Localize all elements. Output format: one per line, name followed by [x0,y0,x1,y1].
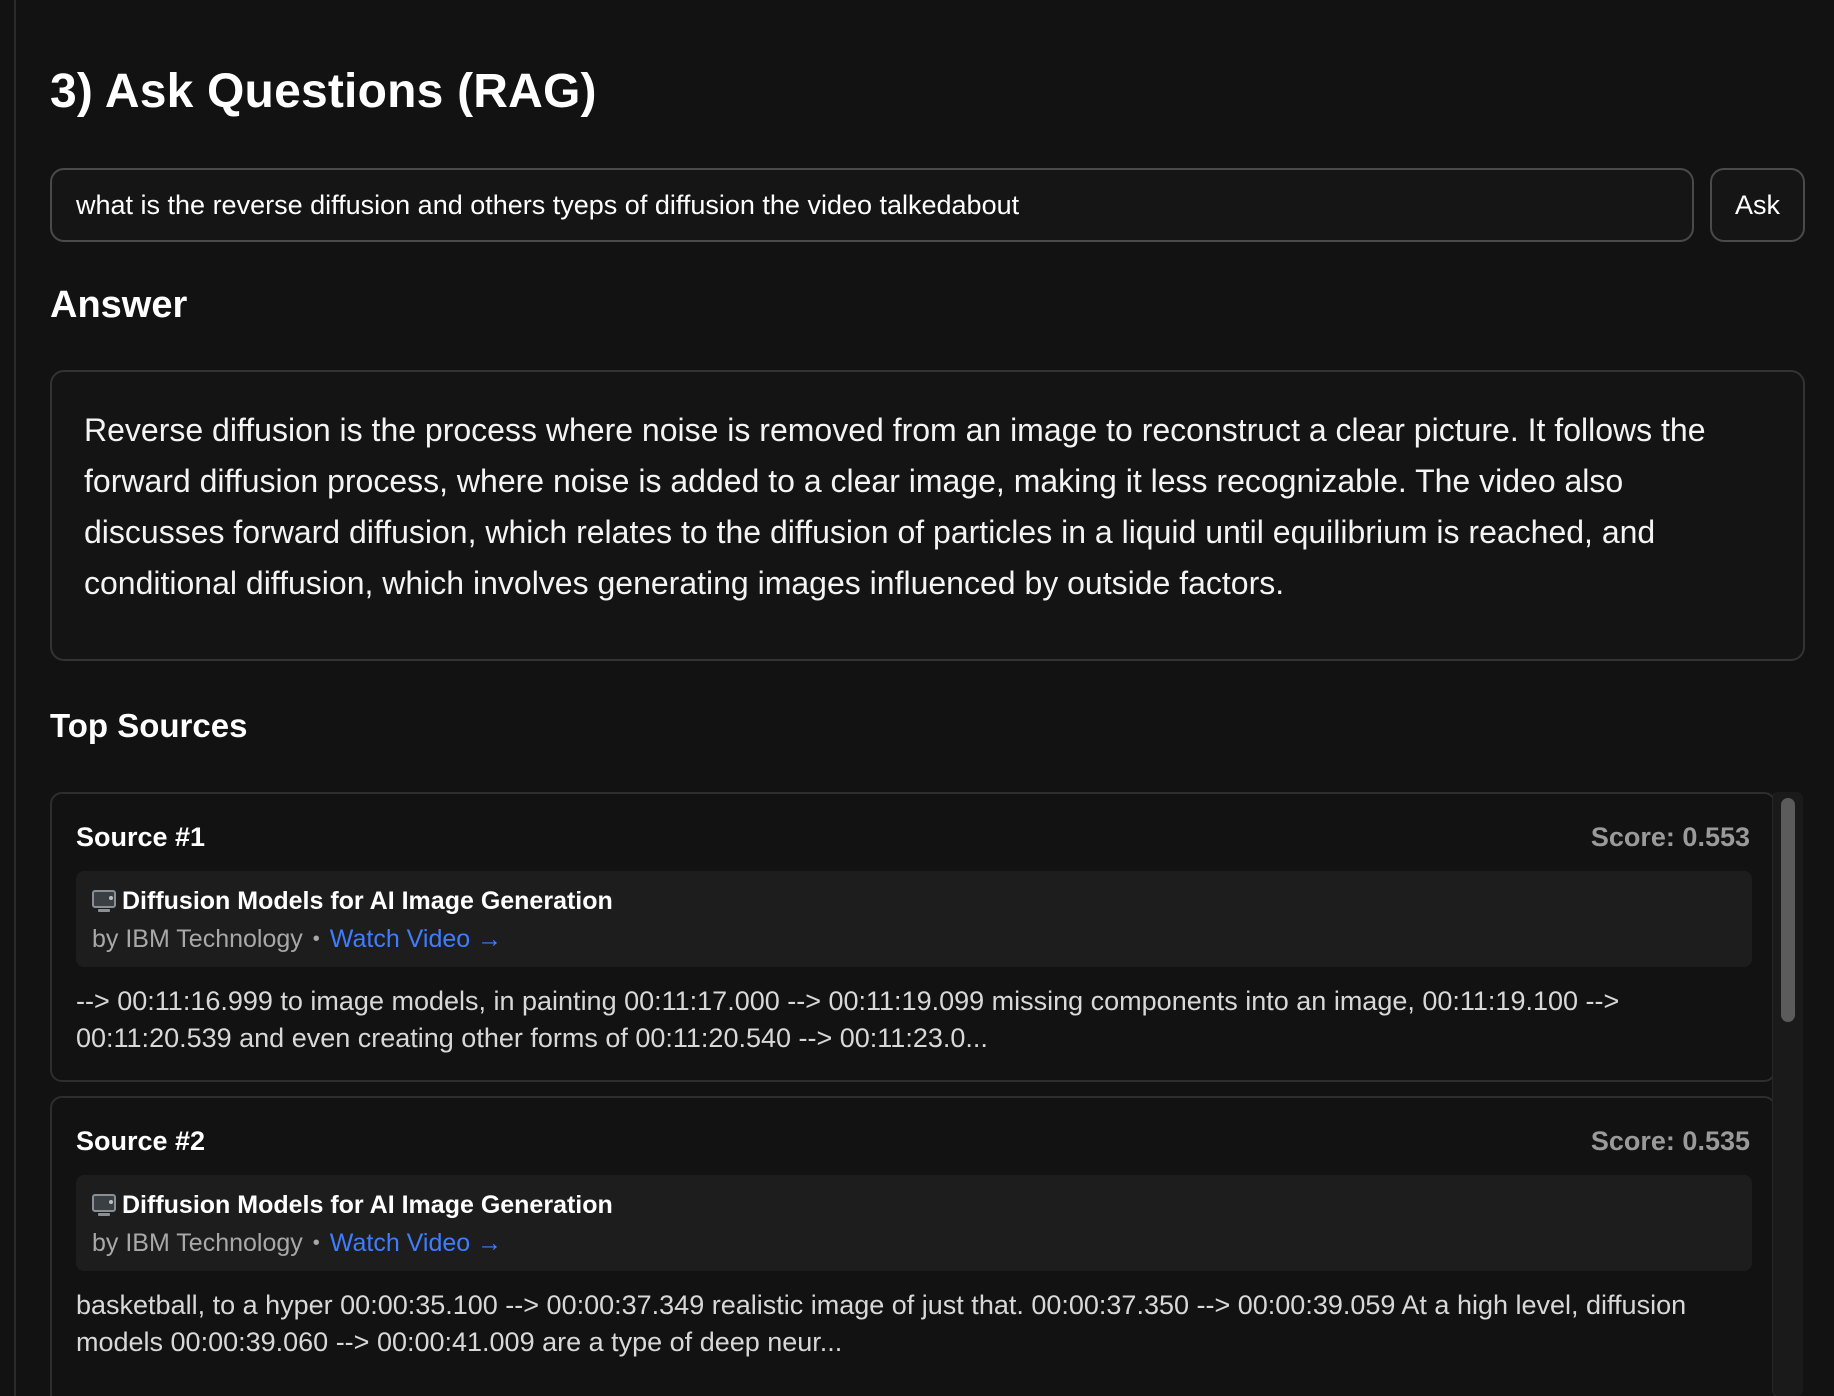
answer-text: Reverse diffusion is the process where n… [84,412,1706,601]
video-author: by IBM Technology [92,924,303,953]
source-label: Source #1 [76,822,206,852]
separator-dot: • [312,1231,320,1254]
video-meta-row: by IBM Technology • Watch Video → [92,923,502,955]
answer-heading: Answer [50,284,188,326]
sources-scrollbar[interactable] [1772,792,1803,1396]
ask-button[interactable]: Ask [1710,168,1805,242]
television-icon [92,890,116,912]
source-score: Score: 0.535 [1590,1126,1750,1156]
source-snippet: basketball, to a hyper 00:00:35.100 --> … [76,1290,1687,1357]
panel-left-border [14,0,16,1396]
video-title-row: Diffusion Models for AI Image Generation [92,1189,613,1221]
video-info-box: Diffusion Models for AI Image Generation… [76,871,1752,967]
video-title-row: Diffusion Models for AI Image Generation [92,885,613,917]
scrollbar-thumb[interactable] [1781,798,1795,1022]
top-sources-heading: Top Sources [50,707,248,744]
source-label: Source #2 [76,1126,206,1156]
video-author: by IBM Technology [92,1228,303,1257]
source-card: Source #2 Score: 0.535 Diffusion Models … [50,1096,1776,1396]
video-meta-row: by IBM Technology • Watch Video → [92,1227,502,1259]
source-score: Score: 0.553 [1590,822,1750,852]
source-card: Source #1 Score: 0.553 Diffusion Models … [50,792,1776,1082]
television-icon [92,1194,116,1216]
video-title: Diffusion Models for AI Image Generation [122,886,613,915]
sources-list[interactable]: Source #1 Score: 0.553 Diffusion Models … [50,792,1776,1396]
section-title: 3) Ask Questions (RAG) [50,65,597,118]
watch-video-link[interactable]: Watch Video → [330,925,502,954]
separator-dot: • [312,927,320,950]
video-info-box: Diffusion Models for AI Image Generation… [76,1175,1752,1271]
answer-box: Reverse diffusion is the process where n… [50,370,1805,661]
video-title: Diffusion Models for AI Image Generation [122,1190,613,1219]
ask-row: Ask [50,168,1805,242]
source-snippet: --> 00:11:16.999 to image models, in pai… [76,986,1620,1053]
app-frame: 3) Ask Questions (RAG) Ask Answer Revers… [0,0,1834,1396]
question-input[interactable] [50,168,1694,242]
watch-video-link[interactable]: Watch Video → [330,1229,502,1258]
